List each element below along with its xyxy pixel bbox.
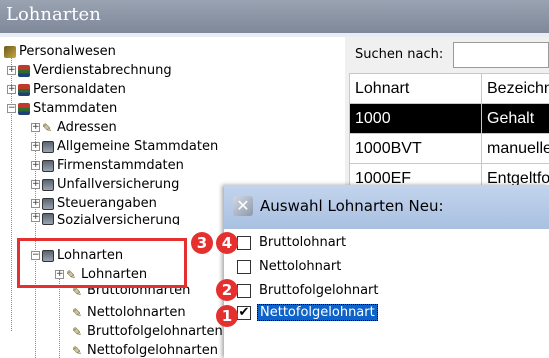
dialog-title-bar[interactable]: ✕ Auswahl Lohnarten Neu: — [224, 185, 549, 229]
option-label: Nettolohnart — [259, 259, 342, 274]
option-nettofolgelohnart[interactable]: ✔ Nettofolgelohnart — [237, 302, 378, 323]
callout-badge: 1 — [216, 305, 238, 327]
book-icon — [42, 197, 54, 210]
option-bruttofolgelohnart[interactable]: Bruttofolgelohnart — [237, 280, 381, 301]
tree-item-steuerangaben[interactable]: + Steuerangaben — [31, 194, 157, 213]
tree-item-label: Nettolohnarten — [87, 305, 186, 320]
tree-item-label: Firmenstammdaten — [57, 158, 184, 173]
book-icon — [42, 178, 54, 191]
option-label: Bruttofolgelohnart — [259, 283, 379, 298]
tree-item-firmenstammdaten[interactable]: + Firmenstammdaten — [31, 156, 184, 175]
table-row[interactable]: 1000BVT manuelle — [349, 133, 549, 164]
tree-item-unfallversicherung[interactable]: + Unfallversicherung — [31, 175, 179, 194]
database-icon — [18, 102, 30, 115]
tree-item-verdienstabrechnung[interactable]: + Verdienstabrechnung — [7, 61, 172, 80]
auswahl-lohnarten-dialog: ✕ Auswahl Lohnarten Neu: Bruttolohnart N… — [224, 185, 549, 358]
tree-item-label: Adressen — [57, 120, 117, 135]
tree-item-allgemeine-stammdaten[interactable]: + Allgemeine Stammdaten — [31, 137, 218, 156]
tree-item-sozialversicherung[interactable]: + Sozialversicherung — [31, 213, 180, 225]
tree-item-label: Steuerangaben — [57, 196, 157, 211]
tree-item-label: Stammdaten — [33, 101, 118, 116]
leaf-icon: ✎ — [42, 120, 53, 135]
checkbox[interactable] — [237, 283, 251, 298]
option-label: Bruttolohnart — [259, 235, 347, 250]
tree-item-label: Nettofolgelohnarten — [87, 343, 218, 358]
cell-lohnart[interactable]: 1000 — [349, 103, 482, 134]
book-icon — [42, 140, 54, 153]
callout-badge: 2 — [216, 279, 238, 301]
tree-item-personaldaten[interactable]: + Personaldaten — [7, 80, 126, 99]
tree-item-label: Sozialversicherung — [57, 213, 181, 225]
dialog-title: Auswahl Lohnarten Neu: — [260, 197, 444, 215]
tree-item-bruttofolgelohnarten[interactable]: ✎ Bruttofolgelohnarten — [72, 322, 223, 341]
tree-item-label: Bruttofolgelohnarten — [87, 324, 223, 339]
tree-guide-line — [59, 277, 60, 358]
database-icon — [18, 64, 30, 77]
cell-lohnart[interactable]: 1000BVT — [349, 133, 482, 164]
search-label: Suchen nach: — [355, 47, 444, 62]
root-icon — [4, 45, 16, 58]
window-title: Lohnarten — [6, 4, 101, 25]
leaf-icon: ✎ — [72, 343, 83, 358]
cell-bezeichnung[interactable]: manuelle — [481, 133, 549, 164]
app-icon: ✕ — [233, 196, 253, 216]
expand-icon[interactable]: + — [31, 161, 40, 170]
book-icon — [42, 159, 54, 172]
expand-icon[interactable]: + — [31, 123, 40, 132]
cell-bezeichnung[interactable]: Gehalt — [481, 103, 549, 134]
tree-item-stammdaten[interactable]: − Stammdaten — [7, 99, 117, 118]
search-input[interactable] — [453, 42, 549, 68]
database-icon — [18, 83, 30, 96]
tree-item-label: Personalwesen — [19, 44, 116, 59]
column-header-bezeichnung[interactable]: Bezeichn — [481, 73, 549, 104]
tree-item-label: Unfallversicherung — [57, 177, 180, 192]
expand-icon[interactable]: + — [31, 213, 40, 222]
tree-item-label: Allgemeine Stammdaten — [57, 139, 219, 154]
window-title-bar: Lohnarten — [0, 0, 549, 33]
tree-item-adressen[interactable]: + ✎ Adressen — [31, 118, 117, 137]
callout-highlight-box — [17, 238, 187, 288]
expand-icon[interactable]: + — [7, 66, 16, 75]
tree-item-nettofolgelohnarten[interactable]: ✎ Nettofolgelohnarten — [72, 341, 218, 358]
callout-badge: 3 — [191, 232, 213, 254]
tree-item-personalwesen[interactable]: Personalwesen — [4, 42, 116, 61]
tree-item-label: Personaldaten — [33, 82, 126, 97]
leaf-icon: ✎ — [72, 324, 83, 339]
collapse-icon[interactable]: − — [7, 104, 16, 113]
option-nettolohnart[interactable]: Nettolohnart — [237, 256, 343, 277]
expand-icon[interactable]: + — [7, 85, 16, 94]
checkbox[interactable] — [237, 259, 251, 274]
tree-item-nettolohnarten[interactable]: ✎ Nettolohnarten — [72, 303, 186, 322]
table-row[interactable]: 1000 Gehalt — [349, 103, 549, 134]
option-label: Nettofolgelohnart — [257, 304, 378, 321]
callout-badge: 4 — [216, 232, 238, 254]
option-bruttolohnart[interactable]: Bruttolohnart — [237, 232, 348, 253]
book-icon — [42, 213, 54, 225]
checkbox-checked[interactable]: ✔ — [237, 305, 251, 320]
expand-icon[interactable]: + — [31, 199, 40, 208]
column-header-lohnart[interactable]: Lohnart — [349, 73, 482, 104]
tree-item-label: Verdienstabrechnung — [33, 63, 172, 78]
leaf-icon: ✎ — [72, 305, 83, 320]
expand-icon[interactable]: + — [31, 142, 40, 151]
checkbox[interactable] — [237, 235, 251, 250]
grid-header-row: Lohnart Bezeichn — [349, 73, 549, 104]
expand-icon[interactable]: + — [31, 180, 40, 189]
